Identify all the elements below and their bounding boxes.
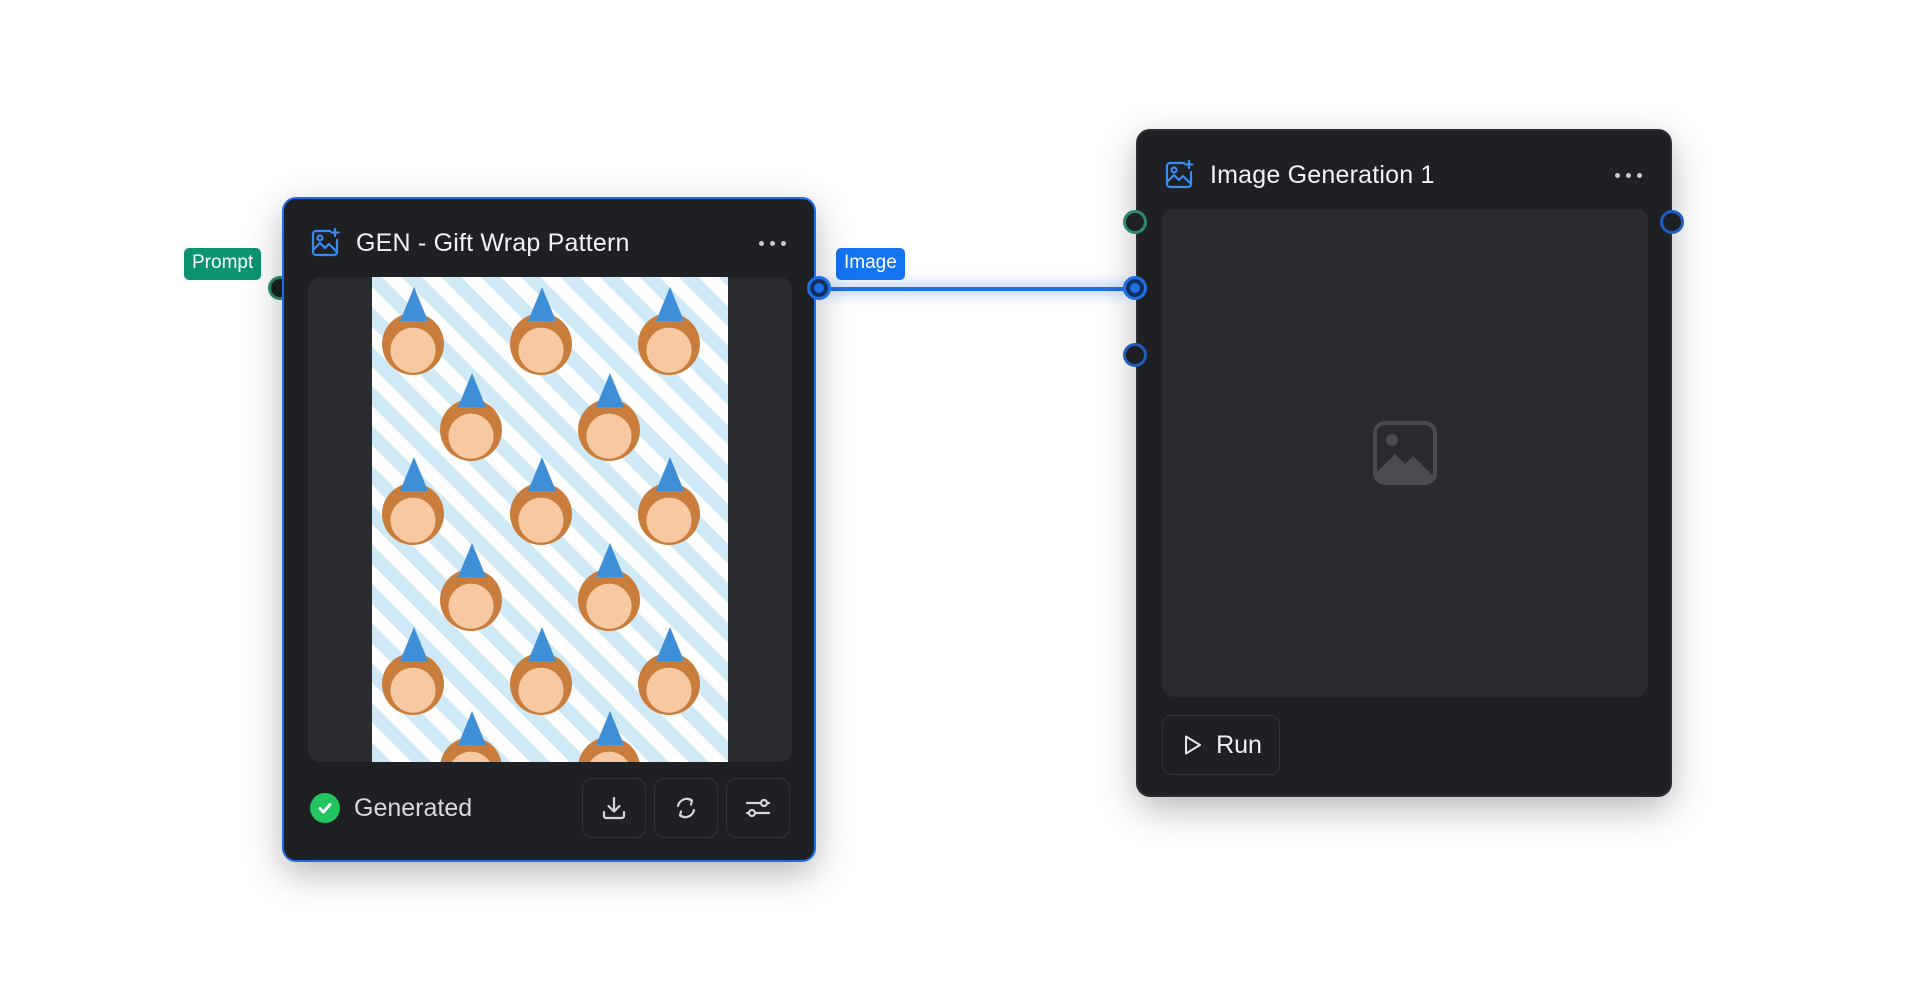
play-icon: [1185, 735, 1202, 755]
image-placeholder-icon: [1373, 421, 1437, 485]
gift-wrap-image: [372, 277, 728, 762]
image-output-handle[interactable]: [807, 276, 831, 300]
node-header: GEN - Gift Wrap Pattern: [308, 219, 790, 267]
prompt-port-label: Prompt: [184, 248, 262, 280]
status-label: Generated: [354, 793, 473, 822]
connection-edge[interactable]: [815, 287, 1133, 291]
download-button[interactable]: [582, 778, 646, 838]
image-generation-node[interactable]: Image Generation 1 Run: [1136, 129, 1672, 797]
image-sparkle-icon: [308, 226, 342, 260]
gen-node[interactable]: GEN - Gift Wrap Pattern Generated: [282, 197, 816, 862]
more-options-icon[interactable]: [755, 235, 790, 252]
generated-image-preview[interactable]: [308, 277, 792, 762]
run-label: Run: [1216, 730, 1262, 759]
image-input-handle-2[interactable]: [1123, 343, 1147, 367]
image-output-placeholder: [1162, 209, 1648, 697]
prompt-input-handle[interactable]: [1123, 210, 1147, 234]
node-title: Image Generation 1: [1210, 160, 1435, 189]
node-footer: Generated: [310, 777, 790, 839]
regenerate-icon: [676, 797, 696, 819]
workflow-canvas[interactable]: Prompt Image GEN - Gift Wrap Pattern Gen…: [0, 0, 1913, 996]
settings-sliders-icon: [745, 798, 771, 818]
check-circle-icon: [310, 793, 340, 823]
node-header: Image Generation 1: [1162, 151, 1646, 199]
image-output-handle[interactable]: [1660, 210, 1684, 234]
more-options-icon[interactable]: [1611, 167, 1646, 184]
node-title: GEN - Gift Wrap Pattern: [356, 228, 630, 257]
regenerate-button[interactable]: [654, 778, 718, 838]
download-icon: [602, 796, 626, 820]
image-port-label: Image: [836, 248, 905, 280]
image-input-handle[interactable]: [1123, 276, 1147, 300]
image-sparkle-icon: [1162, 158, 1196, 192]
settings-button[interactable]: [726, 778, 790, 838]
run-button[interactable]: Run: [1162, 715, 1280, 775]
